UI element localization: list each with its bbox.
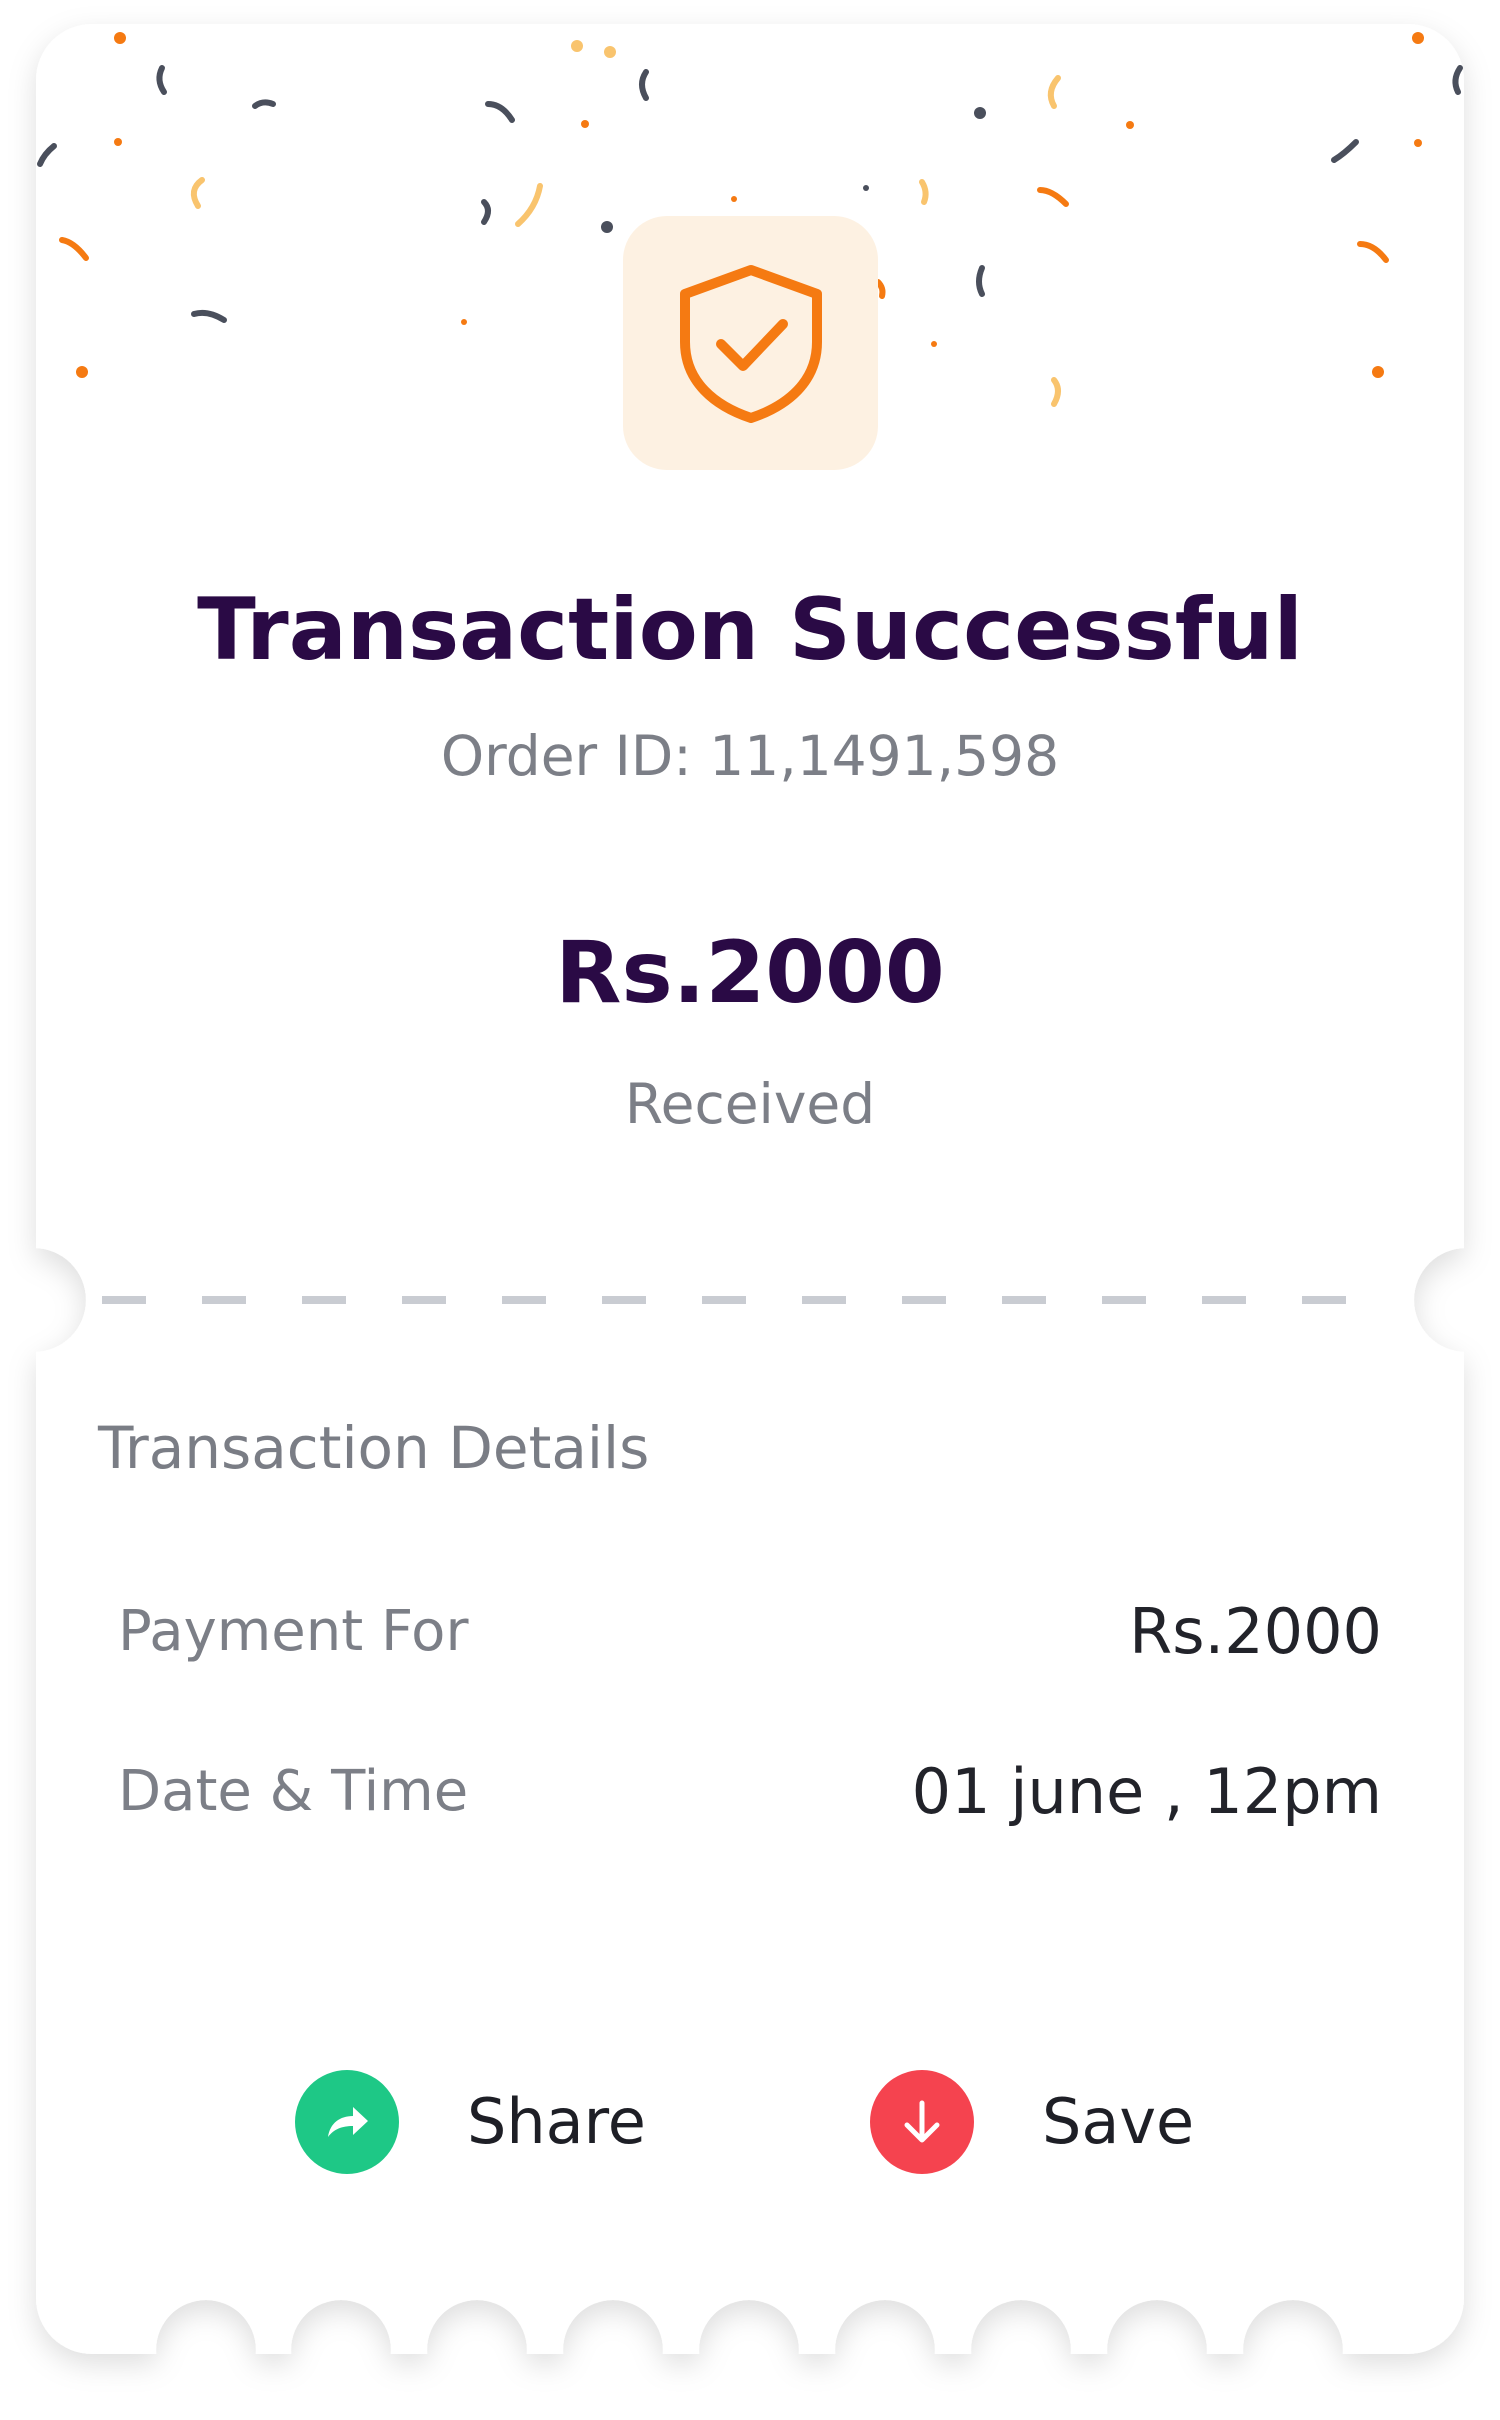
payment-for-value: Rs.2000: [1129, 1595, 1382, 1668]
page-title: Transaction Successful: [197, 580, 1303, 680]
transaction-receipt-page: Transaction Successful Order ID: 11,1491…: [0, 0, 1500, 2420]
share-arrow-icon: [328, 2107, 368, 2137]
share-button[interactable]: Share: [295, 2066, 646, 2178]
amount-status: Received: [624, 1072, 876, 1136]
date-time-value: 01 june , 12pm: [911, 1755, 1382, 1828]
details-heading: Transaction Details: [98, 1414, 650, 1482]
order-id: Order ID: 11,1491,598: [440, 724, 1060, 788]
share-label[interactable]: Share: [467, 2082, 646, 2162]
payment-for-label: Payment For: [118, 1599, 469, 1664]
save-button[interactable]: Save: [870, 2066, 1194, 2178]
shield-check-icon: [680, 265, 822, 423]
download-arrow-icon: [904, 2100, 940, 2143]
amount-value: Rs.2000: [555, 923, 945, 1023]
success-icon-container: [623, 216, 878, 470]
save-icon-circle[interactable]: [870, 2070, 974, 2174]
save-label[interactable]: Save: [1042, 2082, 1194, 2162]
date-time-label: Date & Time: [118, 1759, 469, 1824]
share-icon-circle[interactable]: [295, 2070, 399, 2174]
